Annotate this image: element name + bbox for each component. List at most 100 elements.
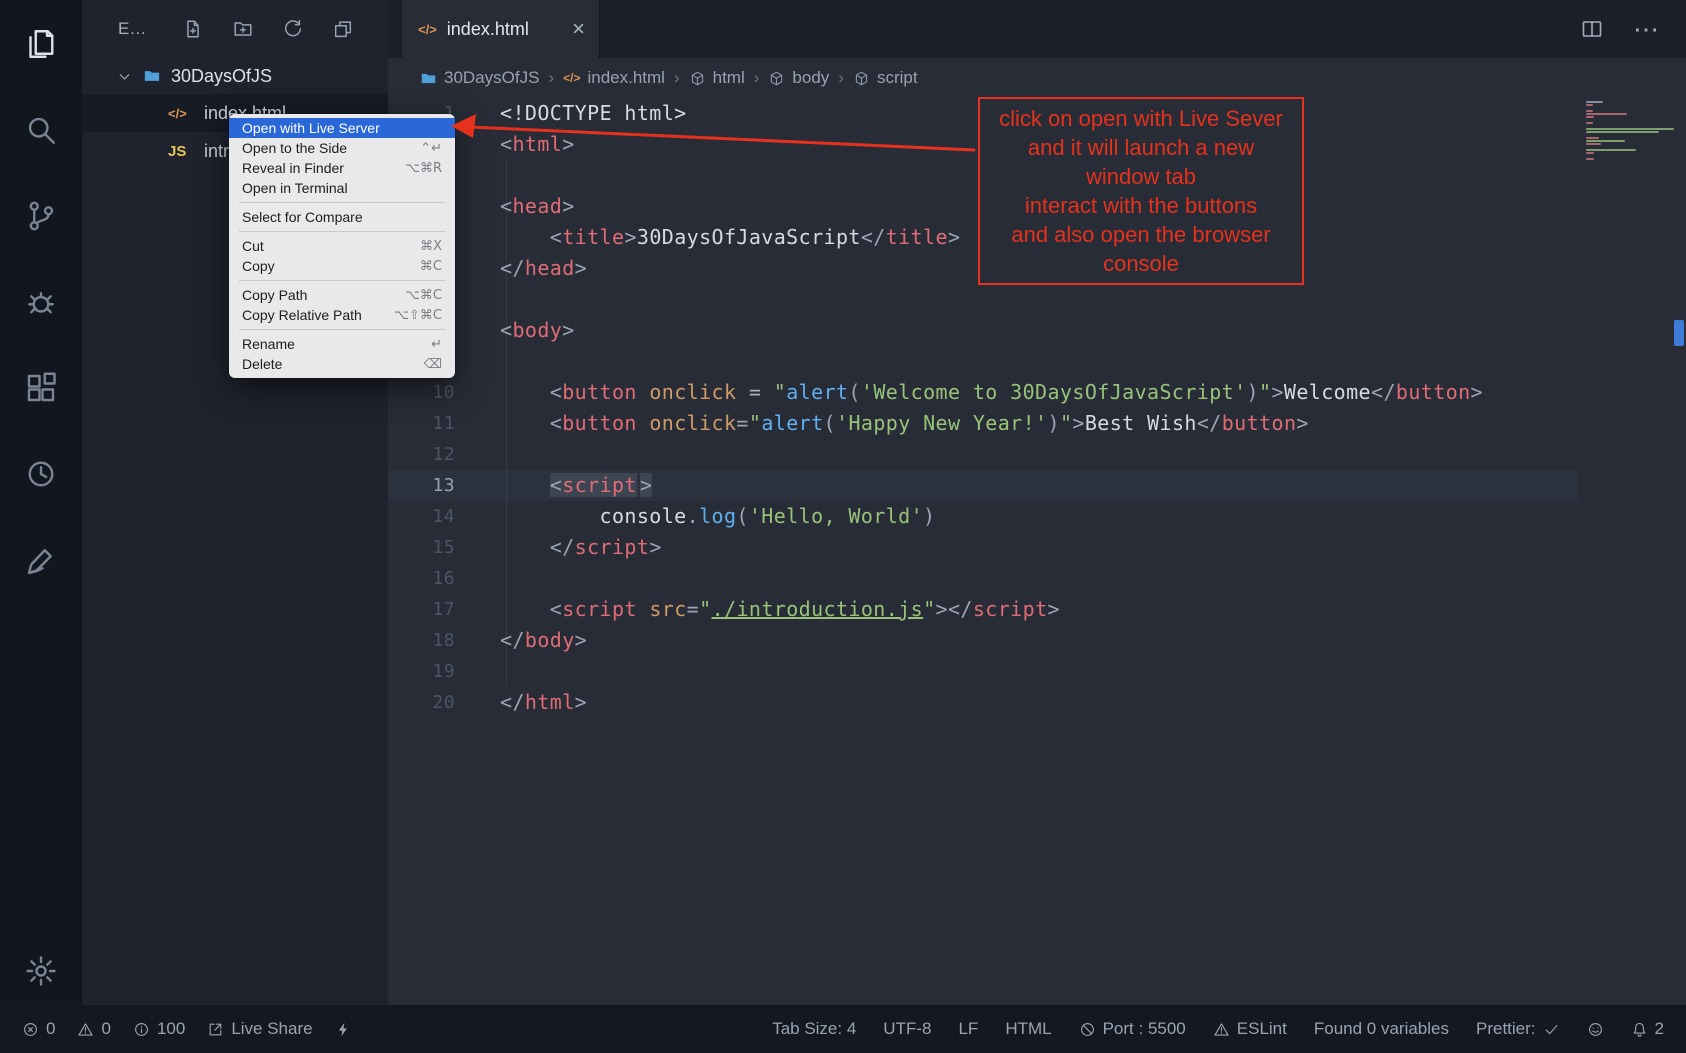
activity-top bbox=[23, 26, 59, 578]
code-line-13[interactable]: 13 <script> bbox=[388, 470, 1578, 501]
code-line-14[interactable]: 14 console.log('Hello, World') bbox=[388, 501, 1578, 532]
status-found-0-variables[interactable]: Found 0 variables bbox=[1314, 1019, 1449, 1039]
info-icon bbox=[133, 1021, 150, 1038]
feedback-icon[interactable] bbox=[23, 542, 59, 578]
settings-icon[interactable] bbox=[23, 953, 59, 989]
minimap[interactable] bbox=[1586, 101, 1676, 161]
breadcrumb-script[interactable]: script bbox=[853, 68, 918, 88]
annotation-line: window tab bbox=[982, 162, 1300, 191]
tab-index-html[interactable]: </> index.html × bbox=[402, 0, 600, 58]
code-line-9[interactable]: 9 bbox=[388, 346, 1578, 377]
collapse-all-icon[interactable] bbox=[332, 18, 354, 40]
status-lightning[interactable] bbox=[335, 1021, 352, 1038]
status-label: Tab Size: 4 bbox=[772, 1019, 856, 1039]
status-smiley[interactable] bbox=[1587, 1021, 1604, 1038]
menu-item-copy-relative-path[interactable]: Copy Relative Path⌥⇧⌘C bbox=[229, 305, 455, 325]
breadcrumb-label: html bbox=[713, 68, 745, 88]
code-line-12[interactable]: 12 bbox=[388, 439, 1578, 470]
menu-item-label: Rename bbox=[242, 336, 295, 352]
line-number: 11 bbox=[388, 408, 455, 439]
menu-item-label: Open in Terminal bbox=[242, 180, 348, 196]
status-live-share[interactable]: Live Share bbox=[207, 1019, 312, 1039]
status-0[interactable]: 0 bbox=[22, 1019, 55, 1039]
status-0[interactable]: 0 bbox=[77, 1019, 110, 1039]
code-line-18[interactable]: 18</body> bbox=[388, 625, 1578, 656]
minimap-line bbox=[1586, 116, 1594, 118]
explorer-icon[interactable] bbox=[23, 26, 59, 62]
code-line-20[interactable]: 20</html> bbox=[388, 687, 1578, 718]
breadcrumb-html[interactable]: html bbox=[689, 68, 745, 88]
status-label: Found 0 variables bbox=[1314, 1019, 1449, 1039]
menu-item-cut[interactable]: Cut⌘X bbox=[229, 236, 455, 256]
status-html[interactable]: HTML bbox=[1005, 1019, 1051, 1039]
minimap-line bbox=[1586, 110, 1593, 112]
folder-icon bbox=[420, 70, 437, 87]
extensions-icon[interactable] bbox=[23, 370, 59, 406]
close-icon[interactable]: × bbox=[572, 18, 585, 40]
annotation-line: console bbox=[982, 249, 1300, 278]
breadcrumb-index-html[interactable]: </>index.html bbox=[563, 68, 665, 88]
minimap-line bbox=[1586, 134, 1676, 136]
code-line-11[interactable]: 11 <button onclick="alert('Happy New Yea… bbox=[388, 408, 1578, 439]
overview-ruler-marker[interactable] bbox=[1674, 320, 1684, 346]
menu-separator bbox=[239, 202, 445, 203]
refresh-icon[interactable] bbox=[282, 18, 304, 40]
minimap-line bbox=[1586, 125, 1676, 127]
status-label: 100 bbox=[157, 1019, 185, 1039]
menu-item-open-in-terminal[interactable]: Open in Terminal bbox=[229, 178, 455, 198]
breadcrumb-body[interactable]: body bbox=[768, 68, 829, 88]
menu-item-delete[interactable]: Delete⌫ bbox=[229, 354, 455, 374]
menu-item-open-with-live-server[interactable]: Open with Live Server bbox=[229, 118, 455, 138]
breadcrumb-30daysofjs[interactable]: 30DaysOfJS bbox=[420, 68, 539, 88]
lightning-icon bbox=[335, 1021, 352, 1038]
status-prettier[interactable]: Prettier: bbox=[1476, 1019, 1560, 1039]
menu-item-copy[interactable]: Copy⌘C bbox=[229, 256, 455, 276]
code-text bbox=[455, 346, 500, 377]
status-label: 0 bbox=[101, 1019, 110, 1039]
minimap-line bbox=[1586, 101, 1603, 103]
code-line-16[interactable]: 16 bbox=[388, 563, 1578, 594]
folder-label: 30DaysOfJS bbox=[171, 66, 272, 87]
line-number: 14 bbox=[388, 501, 455, 532]
menu-item-shortcut: ⌃↵ bbox=[420, 141, 442, 156]
status-eslint[interactable]: ESLint bbox=[1213, 1019, 1287, 1039]
smiley-icon bbox=[1587, 1021, 1604, 1038]
split-editor-icon[interactable] bbox=[1580, 17, 1604, 41]
more-actions-icon[interactable]: ⋯ bbox=[1634, 17, 1658, 41]
folder-row-30daysofjs[interactable]: 30DaysOfJS bbox=[82, 58, 388, 94]
breadcrumb-label: script bbox=[877, 68, 918, 88]
breadcrumb-label: 30DaysOfJS bbox=[444, 68, 539, 88]
code-line-7[interactable]: 7 bbox=[388, 284, 1578, 315]
code-text: <!DOCTYPE html> bbox=[455, 98, 687, 129]
menu-item-select-for-compare[interactable]: Select for Compare bbox=[229, 207, 455, 227]
line-number: 12 bbox=[388, 439, 455, 470]
code-line-8[interactable]: 8<body> bbox=[388, 315, 1578, 346]
html-file-icon: </> bbox=[418, 22, 437, 37]
debug-icon[interactable] bbox=[23, 284, 59, 320]
status-lf[interactable]: LF bbox=[958, 1019, 978, 1039]
code-line-10[interactable]: 10 <button onclick = "alert('Welcome to … bbox=[388, 377, 1578, 408]
menu-item-reveal-in-finder[interactable]: Reveal in Finder⌥⌘R bbox=[229, 158, 455, 178]
breadcrumb-separator: › bbox=[754, 68, 760, 88]
menu-item-rename[interactable]: Rename↵ bbox=[229, 334, 455, 354]
code-line-19[interactable]: 19 bbox=[388, 656, 1578, 687]
status-utf-8[interactable]: UTF-8 bbox=[883, 1019, 931, 1039]
breadcrumb-label: body bbox=[792, 68, 829, 88]
status-tab-size-4[interactable]: Tab Size: 4 bbox=[772, 1019, 856, 1039]
status-label: UTF-8 bbox=[883, 1019, 931, 1039]
source-control-icon[interactable] bbox=[23, 198, 59, 234]
explorer-actions bbox=[182, 18, 354, 40]
menu-item-copy-path[interactable]: Copy Path⌥⌘C bbox=[229, 285, 455, 305]
status-100[interactable]: 100 bbox=[133, 1019, 185, 1039]
new-folder-icon[interactable] bbox=[232, 18, 254, 40]
status-port-5500[interactable]: Port : 5500 bbox=[1079, 1019, 1186, 1039]
timeline-icon[interactable] bbox=[23, 456, 59, 492]
status-bar: 0 0 100 Live Share Tab Size: 4 UTF-8 LF HTML Po… bbox=[0, 1005, 1686, 1053]
new-file-icon[interactable] bbox=[182, 18, 204, 40]
code-line-15[interactable]: 15 </script> bbox=[388, 532, 1578, 563]
status-2[interactable]: 2 bbox=[1631, 1019, 1664, 1039]
code-line-17[interactable]: 17 <script src="./introduction.js"></scr… bbox=[388, 594, 1578, 625]
menu-item-open-to-the-side[interactable]: Open to the Side⌃↵ bbox=[229, 138, 455, 158]
search-icon[interactable] bbox=[23, 112, 59, 148]
code-text: <script> bbox=[455, 470, 652, 501]
